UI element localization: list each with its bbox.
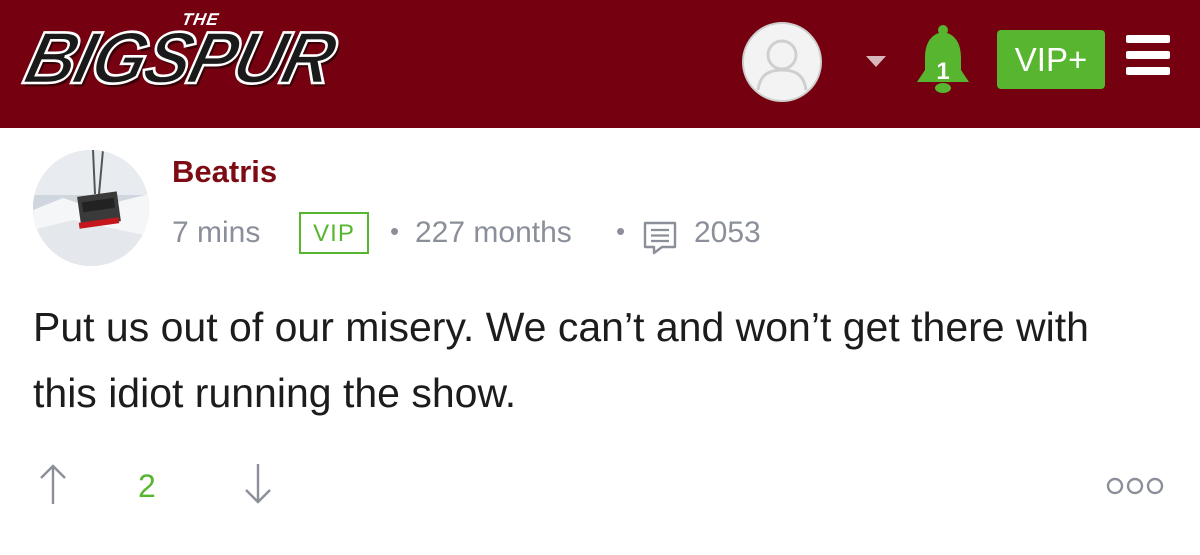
membership-duration: 227 months bbox=[415, 216, 572, 249]
meta-separator: • bbox=[616, 216, 626, 246]
vip-badge: VIP bbox=[299, 212, 369, 254]
comment-count: 2053 bbox=[694, 216, 761, 249]
hamburger-menu-icon[interactable] bbox=[1126, 35, 1170, 75]
site-logo[interactable]: THE BIGSPUR bbox=[16, 6, 502, 116]
site-header: THE BIGSPUR 1 VIP+ bbox=[0, 0, 1200, 128]
more-options-icon[interactable] bbox=[1106, 476, 1164, 496]
user-avatar[interactable] bbox=[33, 150, 149, 266]
account-dropdown-caret-icon[interactable] bbox=[866, 56, 886, 67]
post-body-text: Put us out of our misery. We can’t and w… bbox=[33, 304, 1089, 416]
arrow-up-icon[interactable] bbox=[38, 462, 68, 506]
logo-big-text: BIG bbox=[16, 16, 157, 100]
post-timestamp: 7 mins bbox=[172, 216, 261, 249]
vote-score: 2 bbox=[138, 468, 156, 504]
vip-plus-button[interactable]: VIP+ bbox=[997, 30, 1105, 89]
account-avatar-button[interactable] bbox=[742, 22, 822, 102]
notification-count: 1 bbox=[936, 58, 950, 85]
logo-spur-text: SPUR bbox=[134, 16, 343, 100]
arrow-down-icon[interactable] bbox=[243, 462, 273, 506]
post-author-name[interactable]: Beatris bbox=[172, 154, 277, 190]
meta-separator: • bbox=[390, 216, 400, 246]
logo-wordmark: BIGSPUR bbox=[16, 16, 344, 100]
user-silhouette-icon bbox=[756, 39, 808, 91]
avatar-photo bbox=[33, 150, 149, 266]
comment-count-icon bbox=[643, 221, 677, 255]
notifications-bell[interactable]: 1 bbox=[912, 24, 974, 96]
